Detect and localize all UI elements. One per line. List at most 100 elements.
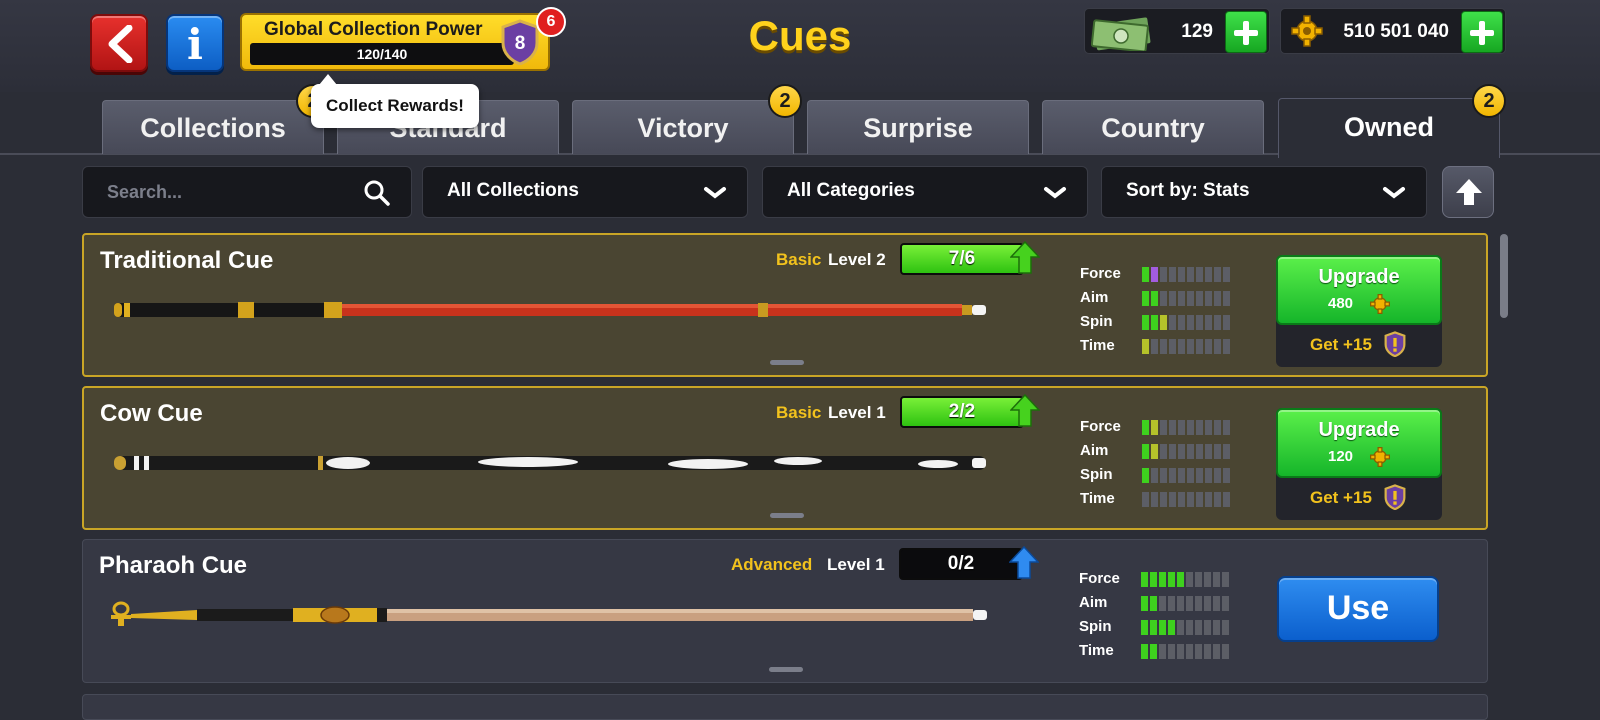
search-placeholder: Search... — [107, 182, 183, 202]
cue-tier: Advanced — [731, 555, 813, 574]
stat-segment — [1214, 339, 1221, 354]
stat-segment — [1177, 620, 1184, 635]
use-button[interactable]: Use — [1277, 576, 1439, 642]
add-coins-button[interactable] — [1461, 11, 1503, 53]
stat-segment — [1151, 492, 1158, 507]
categories-dropdown[interactable]: All Categories — [762, 166, 1088, 218]
stat-segment — [1151, 420, 1158, 435]
tab-label: Victory — [637, 113, 729, 143]
stat-segment — [1169, 315, 1176, 330]
stat-segment — [1178, 492, 1185, 507]
tab-collections[interactable]: Collections — [102, 100, 324, 154]
stat-segment — [1222, 596, 1229, 611]
stat-segment — [1223, 492, 1230, 507]
upgrade-cost: 120 — [1328, 448, 1354, 465]
cue-name: Pharaoh Cue — [99, 552, 248, 579]
stat-segment — [1160, 291, 1167, 306]
stat-segment — [1178, 267, 1185, 282]
stat-label-time: Time — [1080, 490, 1115, 507]
global-collection-power-panel[interactable]: Global Collection Power 120/140 8 — [240, 13, 550, 71]
stat-segment — [1223, 468, 1230, 483]
stat-segment — [1196, 291, 1203, 306]
force-stat-bar — [1142, 420, 1230, 435]
tab-label: Collections — [140, 113, 286, 143]
stat-label-spin: Spin — [1080, 466, 1113, 483]
stat-segment — [1159, 596, 1166, 611]
pharaoh-cue-image — [111, 601, 987, 626]
stat-segment — [1186, 572, 1193, 587]
chevron-down-icon — [704, 187, 726, 199]
tab-surprise[interactable]: Surprise — [807, 100, 1029, 154]
stat-segment — [1142, 492, 1149, 507]
stat-segment — [1142, 315, 1149, 330]
search-input[interactable]: Search... — [82, 166, 412, 218]
stat-segment — [1151, 468, 1158, 483]
stat-segment — [1159, 572, 1166, 587]
tab-victory[interactable]: Victory — [572, 100, 794, 154]
cue-tier: Basic — [776, 403, 822, 422]
upgrade-button[interactable]: Upgrade 120 — [1276, 408, 1442, 478]
stat-segment — [1168, 596, 1175, 611]
stat-segment — [1169, 492, 1176, 507]
collect-rewards-tooltip[interactable]: Collect Rewards! — [311, 74, 479, 128]
stat-segment — [1195, 596, 1202, 611]
get-plus-label[interactable]: Get +15 — [1310, 335, 1372, 355]
collections-dropdown[interactable]: All Collections — [422, 166, 748, 218]
cue-card-cow[interactable]: Cow Cue Basic Level 1 2/2 Force Aim Spin… — [82, 386, 1488, 530]
traditional-cue-image — [114, 302, 986, 318]
sort-dropdown[interactable]: Sort by: Stats — [1101, 166, 1427, 218]
back-button[interactable] — [90, 14, 148, 72]
info-button[interactable]: i — [166, 14, 224, 72]
stat-segment — [1213, 620, 1220, 635]
stat-segment — [1150, 620, 1157, 635]
stat-segment — [1141, 596, 1148, 611]
collections-dropdown-value: All Collections — [447, 180, 579, 201]
time-stat-bar — [1141, 644, 1229, 659]
stat-segment — [1160, 492, 1167, 507]
upgrade-button[interactable]: Upgrade 480 — [1276, 255, 1442, 325]
stat-segment — [1177, 596, 1184, 611]
expand-handle[interactable] — [770, 513, 804, 518]
stat-segment — [1196, 492, 1203, 507]
stat-label-time: Time — [1079, 642, 1114, 659]
add-cash-button[interactable] — [1225, 11, 1267, 53]
stat-segment — [1187, 339, 1194, 354]
stat-segment — [1142, 267, 1149, 282]
stat-segment — [1187, 420, 1194, 435]
stat-segment — [1214, 420, 1221, 435]
expand-handle[interactable] — [769, 667, 803, 672]
cue-progress-text: 2/2 — [948, 401, 976, 422]
stat-segment — [1196, 420, 1203, 435]
stat-segment — [1187, 315, 1194, 330]
cue-card-partial[interactable] — [82, 694, 1488, 720]
cue-card-pharaoh[interactable]: Pharaoh Cue Advanced Level 1 0/2 Force A… — [82, 539, 1488, 683]
stat-segment — [1196, 468, 1203, 483]
get-plus-label[interactable]: Get +15 — [1310, 488, 1372, 508]
stat-segment — [1169, 468, 1176, 483]
cash-amount: 129 — [1181, 21, 1213, 42]
stat-segment — [1205, 267, 1212, 282]
stat-segment — [1196, 444, 1203, 459]
expand-handle[interactable] — [770, 360, 804, 365]
stat-segment — [1177, 572, 1184, 587]
force-stat-bar — [1142, 267, 1230, 282]
stat-segment — [1196, 267, 1203, 282]
stat-label-spin: Spin — [1080, 313, 1113, 330]
tab-owned[interactable]: Owned — [1278, 98, 1500, 158]
sort-direction-button[interactable] — [1442, 166, 1494, 218]
tab-country[interactable]: Country — [1042, 100, 1264, 154]
stat-segment — [1187, 267, 1194, 282]
list-scrollbar[interactable] — [1500, 234, 1508, 318]
time-stat-bar — [1142, 492, 1230, 507]
stat-segment — [1195, 572, 1202, 587]
cue-card-traditional[interactable]: Traditional Cue Basic Level 2 7/6 Force … — [82, 233, 1488, 377]
stat-segment — [1223, 267, 1230, 282]
stat-segment — [1187, 291, 1194, 306]
stat-segment — [1186, 644, 1193, 659]
stat-segment — [1222, 572, 1229, 587]
stat-segment — [1150, 596, 1157, 611]
stat-segment — [1223, 315, 1230, 330]
cue-name: Cow Cue — [100, 400, 203, 427]
stat-segment — [1205, 339, 1212, 354]
aim-stat-bar — [1142, 291, 1230, 306]
